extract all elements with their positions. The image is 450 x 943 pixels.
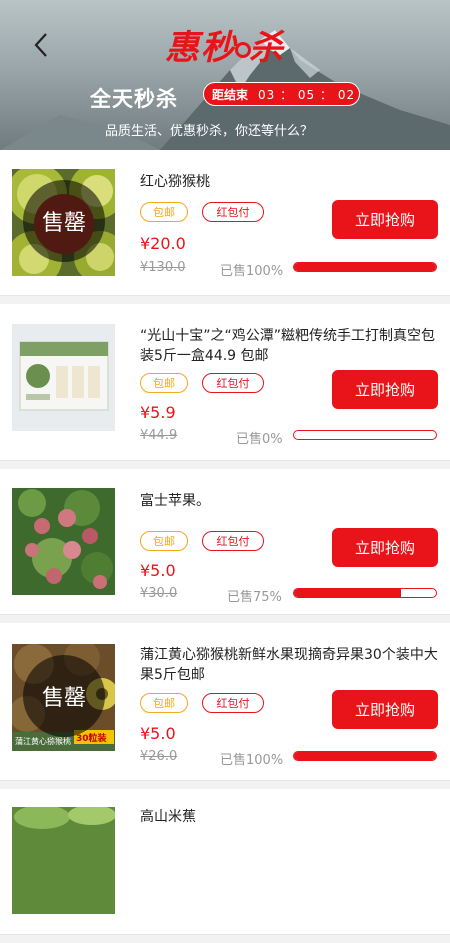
sale-price: ¥5.9 [140,403,176,422]
page-logo: 惠秒杀 [165,28,285,68]
free-shipping-tag: 包邮 [140,693,188,713]
page-title: 全天秒杀 [90,87,178,111]
progress-fill [294,263,436,271]
yellow-kiwi-image[interactable]: 售罄 蒲江黄心猕猴桃 30粒装 [12,644,115,751]
sold-progress-bar [293,262,437,272]
sold-progress-bar [293,588,437,598]
sold-progress-bar [293,751,437,761]
countdown-badge: 距结束 03 ： 05 ： 02 [203,82,360,106]
original-price: ¥130.0 [140,260,186,275]
product-card[interactable]: 高山米蕉 [0,789,450,935]
banana-image[interactable] [12,807,115,914]
free-shipping-tag: 包邮 [140,531,188,551]
original-price: ¥30.0 [140,586,178,601]
product-name[interactable]: “光山十宝”之“鸡公潭”糍粑传统手工打制真空包装5斤一盒44.9 包邮 [140,326,440,366]
product-name[interactable]: 红心猕猴桃 [140,172,440,192]
product-list: 售罄 红心猕猴桃 包邮 红包付 ¥20.0 ¥130.0 已售100% 立即抢购 [0,150,450,943]
product-card[interactable]: 富士苹果。 包邮 红包付 ¥5.0 ¥30.0 已售75% 立即抢购 [0,469,450,615]
tag-row: 包邮 红包付 [140,202,264,222]
countdown-time: 03 ： 05 ： 02 [258,87,356,102]
sold-percent: 已售100% [220,264,284,279]
slogan: 品质生活、优惠秒杀，你还等什么？ [105,124,314,139]
sale-price: ¥20.0 [140,234,186,253]
tag-row: 包邮 红包付 [140,531,264,551]
sold-out-overlay: 售罄 [23,655,105,737]
tag-row: 包邮 红包付 [140,373,264,393]
image-caption: 蒲江黄心猕猴桃 [15,737,71,746]
page-header: 惠秒杀 全天秒杀 距结束 03 ： 05 ： 02 品质生活、优惠秒杀，你还等什… [0,0,450,150]
kiwi-image[interactable]: 售罄 [12,169,115,276]
progress-fill [294,589,401,597]
product-card[interactable]: 售罄 蒲江黄心猕猴桃 30粒装 蒲江黄心猕猴桃新鲜水果现摘奇异果30个装中大果5… [0,623,450,781]
progress-fill [294,752,436,760]
red-packet-tag: 红包付 [202,373,264,393]
sold-percent: 已售100% [220,753,284,768]
free-shipping-tag: 包邮 [140,202,188,222]
free-shipping-tag: 包邮 [140,373,188,393]
buy-now-button[interactable]: 立即抢购 [332,370,438,409]
buy-now-button[interactable]: 立即抢购 [332,690,438,729]
ciba-box-image[interactable] [12,324,115,431]
countdown-label: 距结束 [212,87,249,102]
product-name[interactable]: 高山米蕉 [140,807,440,827]
sale-price: ¥5.0 [140,724,176,743]
original-price: ¥44.9 [140,428,178,443]
sold-percent: 已售75% [227,590,282,605]
sold-out-overlay: 售罄 [23,180,105,262]
original-price: ¥26.0 [140,749,178,764]
apple-tree-image[interactable] [12,488,115,595]
sale-price: ¥5.0 [140,561,176,580]
product-card[interactable]: 售罄 红心猕猴桃 包邮 红包付 ¥20.0 ¥130.0 已售100% 立即抢购 [0,150,450,296]
buy-now-button[interactable]: 立即抢购 [332,528,438,567]
product-name[interactable]: 蒲江黄心猕猴桃新鲜水果现摘奇异果30个装中大果5斤包邮 [140,645,440,685]
buy-now-button[interactable]: 立即抢购 [332,200,438,239]
red-packet-tag: 红包付 [202,531,264,551]
product-card[interactable]: “光山十宝”之“鸡公潭”糍粑传统手工打制真空包装5斤一盒44.9 包邮 包邮 红… [0,304,450,461]
sold-percent: 已售0% [236,432,283,447]
image-badge: 30粒装 [76,734,107,744]
red-packet-tag: 红包付 [202,202,264,222]
sold-progress-bar [293,430,437,440]
red-packet-tag: 红包付 [202,693,264,713]
back-arrow-icon[interactable] [28,30,58,60]
tag-row: 包邮 红包付 [140,693,264,713]
product-name[interactable]: 富士苹果。 [140,491,440,511]
